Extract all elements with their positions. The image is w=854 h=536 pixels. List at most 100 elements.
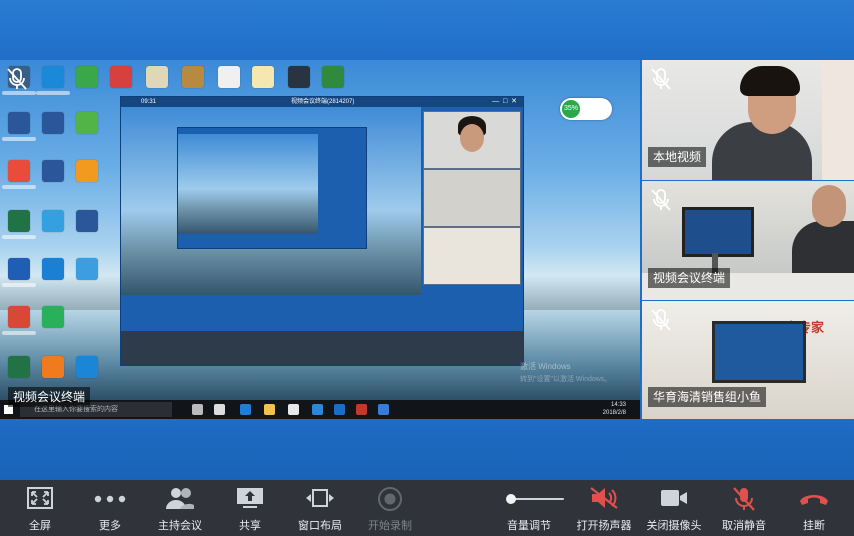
volume-label: 音量调节 <box>507 520 551 532</box>
taskbar-app[interactable] <box>192 404 203 415</box>
terminal-monitor <box>682 207 754 257</box>
windows-taskbar: 在这里输入你要搜索的内容 14:33 2018/2/8 <box>0 400 640 419</box>
desktop-icon[interactable] <box>42 356 64 378</box>
desktop-icon[interactable] <box>110 66 132 88</box>
taskbar-app[interactable] <box>378 404 389 415</box>
desktop-icon[interactable] <box>42 258 64 280</box>
camera-icon <box>659 486 689 513</box>
layout-button[interactable]: 窗口布局 <box>290 480 350 536</box>
nested-thumb-local <box>423 111 521 169</box>
share-icon <box>235 486 265 513</box>
participant-name: 本地视频 <box>648 147 707 167</box>
desktop-icon[interactable] <box>8 258 30 280</box>
desktop-icon[interactable] <box>76 66 98 88</box>
desktop-icon[interactable] <box>182 66 204 88</box>
taskbar-app[interactable] <box>288 404 299 415</box>
desktop-icon[interactable] <box>42 66 64 88</box>
desktop-icon[interactable] <box>8 210 30 232</box>
share-button[interactable]: 共享 <box>220 480 280 536</box>
record-button[interactable]: 开始录制 <box>360 480 420 536</box>
host-label: 主持会议 <box>158 520 202 532</box>
activate-windows-title: 激活 Windows <box>520 362 571 371</box>
fullscreen-label: 全屏 <box>29 520 51 532</box>
unmute-label: 取消静音 <box>722 520 766 532</box>
volume-slider[interactable] <box>506 494 564 504</box>
desktop-icon-label <box>2 235 36 239</box>
perf-monitor-badge[interactable]: 35% <box>560 98 612 120</box>
nested-window-titlebar: 09:31 视频会议终端(2814207) — □ ✕ <box>121 97 523 107</box>
desktop-icon[interactable] <box>42 306 64 328</box>
participant-tile-local[interactable]: 本地视频 <box>642 60 854 180</box>
meeting-control-bar: 全屏 更多 主持会议 共享 窗口布局 开始录制 音量调节 打开扬声器 关闭摄像头… <box>0 480 854 536</box>
desktop-icon[interactable] <box>42 160 64 182</box>
taskbar-app[interactable] <box>312 404 323 415</box>
desktop-icon[interactable] <box>76 210 98 232</box>
camera-label: 关闭摄像头 <box>646 520 702 532</box>
main-shared-screen[interactable]: 35% 09:31 视频会议终端(2814207) — □ ✕ 在这里输入你要搜… <box>0 60 640 419</box>
desktop-icon[interactable] <box>8 160 30 182</box>
taskbar-app[interactable] <box>334 404 345 415</box>
nested-thumb-terminal <box>423 169 521 227</box>
participant-name: 视频会议终端 <box>648 268 731 288</box>
record-icon <box>377 486 403 515</box>
speaker-button[interactable]: 打开扬声器 <box>574 480 634 536</box>
unmute-button[interactable]: 取消静音 <box>714 480 774 536</box>
nested-app-window[interactable]: 09:31 视频会议终端(2814207) — □ ✕ <box>120 96 524 366</box>
camera-button[interactable]: 关闭摄像头 <box>644 480 704 536</box>
volume-control[interactable]: 音量调节 <box>500 480 570 536</box>
wall-poster <box>822 60 854 180</box>
desktop-icon[interactable] <box>76 160 98 182</box>
taskbar-clock[interactable]: 14:33 2018/2/8 <box>603 401 626 417</box>
nested-status-time: 09:31 <box>141 99 157 105</box>
desktop-icon[interactable] <box>8 306 30 328</box>
nested-shared-screen-level2 <box>178 134 318 234</box>
hangup-label: 挂断 <box>803 520 825 532</box>
host-meeting-button[interactable]: 主持会议 <box>150 480 210 536</box>
desktop-icon-label <box>2 185 36 189</box>
nested-window-title: 视频会议终端(2814207) <box>291 99 355 105</box>
mic-muted-icon <box>4 66 30 92</box>
desktop-icon[interactable] <box>146 66 168 88</box>
taskbar-date: 2018/2/8 <box>602 410 626 416</box>
speaker-muted-icon <box>588 486 620 513</box>
nested-toolbar <box>121 297 523 365</box>
mic-muted-icon <box>648 187 674 213</box>
taskbar-app[interactable] <box>240 404 251 415</box>
record-label: 开始录制 <box>368 520 412 532</box>
participant-tile-sales[interactable]: 万案专家 华育海清销售组小鱼 <box>642 301 854 419</box>
more-label: 更多 <box>99 520 121 532</box>
nested-shared-screen <box>121 107 421 295</box>
participant-tile-terminal[interactable]: 视频会议终端 <box>642 181 854 300</box>
desktop-icon[interactable] <box>218 66 240 88</box>
more-button[interactable]: 更多 <box>80 480 140 536</box>
host-icon <box>164 486 196 513</box>
nested-window-controls[interactable]: — □ ✕ <box>492 97 517 107</box>
share-label: 共享 <box>239 520 261 532</box>
desktop-icon[interactable] <box>8 356 30 378</box>
desktop-icon[interactable] <box>42 112 64 134</box>
desktop-icon[interactable] <box>252 66 274 88</box>
desktop-icon[interactable] <box>42 210 64 232</box>
taskbar-app[interactable] <box>264 404 275 415</box>
desktop-icon-label <box>2 283 36 287</box>
desktop-icon[interactable] <box>8 112 30 134</box>
desktop-icon[interactable] <box>288 66 310 88</box>
desktop-icon[interactable] <box>76 356 98 378</box>
layout-label: 窗口布局 <box>298 520 342 532</box>
mic-muted-icon <box>731 486 757 515</box>
fullscreen-icon <box>26 486 54 513</box>
bottom-blue-area <box>0 419 854 480</box>
mic-muted-icon <box>648 66 674 92</box>
taskbar-app[interactable] <box>214 404 225 415</box>
hangup-button[interactable]: 挂断 <box>784 480 844 536</box>
taskbar-time: 14:33 <box>610 402 626 408</box>
desktop-icon[interactable] <box>76 112 98 134</box>
taskbar-app[interactable] <box>356 404 367 415</box>
mic-muted-icon <box>648 307 674 333</box>
participant-name: 华育海清销售组小鱼 <box>648 387 767 407</box>
volume-knob[interactable] <box>506 494 516 504</box>
fullscreen-button[interactable]: 全屏 <box>10 480 70 536</box>
perf-percent: 35% <box>562 100 580 118</box>
desktop-icon[interactable] <box>76 258 98 280</box>
desktop-icon[interactable] <box>322 66 344 88</box>
